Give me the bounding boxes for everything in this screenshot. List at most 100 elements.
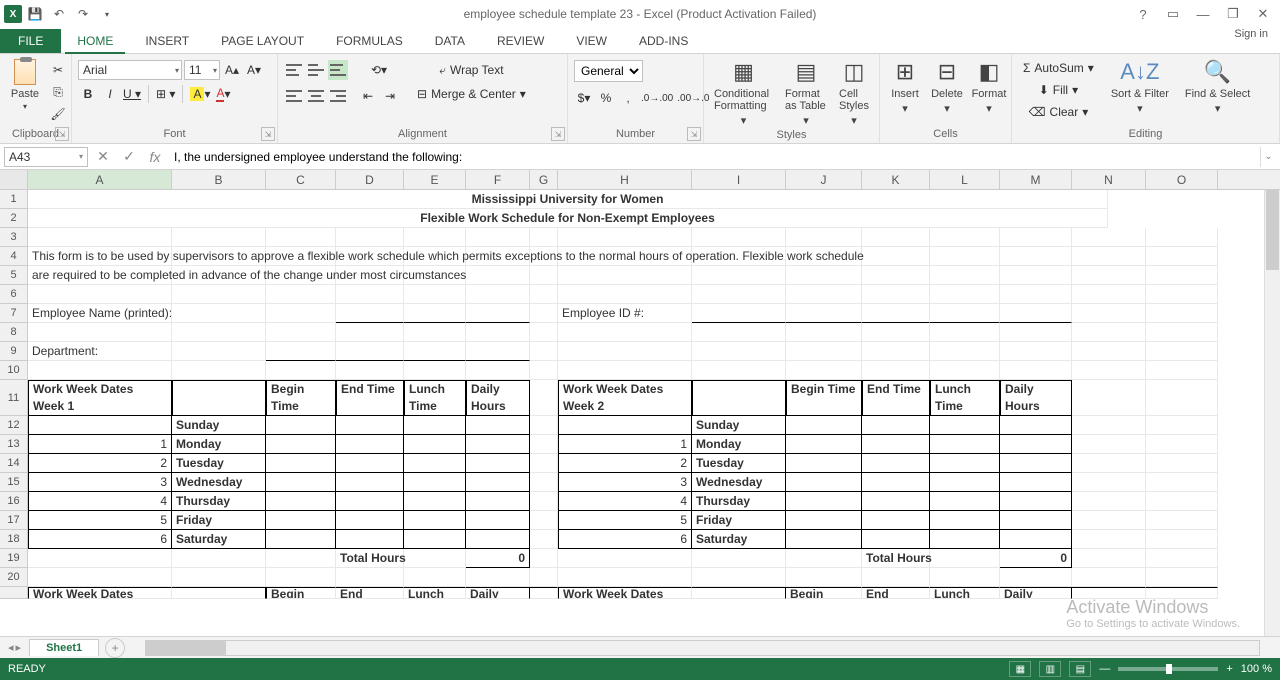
cell[interactable]: End Time <box>336 380 404 416</box>
cell[interactable] <box>930 342 1000 361</box>
cell[interactable]: Work Week Dates Week 2 <box>558 380 692 416</box>
insert-function-icon[interactable]: fx <box>144 147 166 167</box>
cell[interactable]: 5 <box>28 511 172 530</box>
column-header-F[interactable]: F <box>466 170 530 189</box>
tab-insert[interactable]: INSERT <box>129 29 205 53</box>
normal-view-icon[interactable]: ▦ <box>1009 661 1031 677</box>
cell[interactable] <box>786 473 862 492</box>
cell[interactable]: are required to be completed in advance … <box>28 266 172 285</box>
cell[interactable] <box>1000 416 1072 435</box>
conditional-formatting-button[interactable]: ▦Conditional Formatting▾ <box>710 56 777 129</box>
restore-icon[interactable]: ❐ <box>1220 4 1246 24</box>
cell[interactable] <box>466 416 530 435</box>
cell[interactable] <box>530 342 558 361</box>
row-header[interactable]: 5 <box>0 266 28 285</box>
cell[interactable] <box>692 228 786 247</box>
cell[interactable] <box>466 285 530 304</box>
cell[interactable] <box>1072 435 1146 454</box>
zoom-slider[interactable] <box>1118 667 1218 671</box>
cell[interactable] <box>1146 549 1218 568</box>
cell[interactable] <box>28 416 172 435</box>
row-header[interactable]: 10 <box>0 361 28 380</box>
cell[interactable] <box>404 304 466 323</box>
cell[interactable]: Total Hours <box>336 549 404 568</box>
cell[interactable]: Wednesday <box>692 473 786 492</box>
cell[interactable] <box>786 342 862 361</box>
cell[interactable]: 3 <box>28 473 172 492</box>
cell[interactable] <box>786 511 862 530</box>
font-color-icon[interactable]: A▾ <box>214 84 234 104</box>
tab-addins[interactable]: ADD-INS <box>623 29 704 53</box>
cell[interactable] <box>404 416 466 435</box>
cell[interactable] <box>862 323 930 342</box>
row-header[interactable]: 11 <box>0 380 28 416</box>
column-header-G[interactable]: G <box>530 170 558 189</box>
cell[interactable] <box>862 416 930 435</box>
cell[interactable] <box>336 416 404 435</box>
cell[interactable] <box>266 568 336 587</box>
cell[interactable]: Thursday <box>172 492 266 511</box>
cell[interactable] <box>1000 511 1072 530</box>
cell[interactable]: End <box>862 587 930 599</box>
clipboard-launcher-icon[interactable]: ⇲ <box>55 127 69 141</box>
bold-button[interactable]: B <box>78 84 98 104</box>
italic-button[interactable]: I <box>100 84 120 104</box>
align-middle-icon[interactable] <box>306 60 326 80</box>
cell[interactable] <box>786 530 862 549</box>
cell[interactable]: Employee ID #: <box>558 304 692 323</box>
cell[interactable] <box>1072 361 1146 380</box>
cell[interactable]: 1 <box>28 435 172 454</box>
cell[interactable] <box>466 361 530 380</box>
cell[interactable] <box>930 266 1000 285</box>
cell[interactable] <box>28 568 172 587</box>
cell[interactable] <box>1146 416 1218 435</box>
cell[interactable] <box>1000 492 1072 511</box>
cell[interactable] <box>1000 435 1072 454</box>
cell[interactable] <box>530 492 558 511</box>
tab-view[interactable]: VIEW <box>560 29 623 53</box>
cell[interactable] <box>930 568 1000 587</box>
cell[interactable] <box>530 228 558 247</box>
cell[interactable] <box>336 342 404 361</box>
cell[interactable]: Wednesday <box>172 473 266 492</box>
borders-icon[interactable]: ⊞ ▾ <box>155 84 176 104</box>
cell[interactable] <box>692 380 786 416</box>
cell[interactable]: Saturday <box>692 530 786 549</box>
cell[interactable] <box>336 361 404 380</box>
cell[interactable] <box>266 285 336 304</box>
cell[interactable] <box>786 492 862 511</box>
cell[interactable]: Monday <box>172 435 266 454</box>
ribbon-options-icon[interactable]: ▭ <box>1160 4 1186 24</box>
paste-button[interactable]: Paste ▾ <box>6 56 44 113</box>
cell[interactable] <box>786 416 862 435</box>
cell[interactable]: Daily <box>1000 587 1072 599</box>
cell[interactable] <box>862 568 930 587</box>
cell[interactable] <box>530 473 558 492</box>
cell[interactable] <box>466 492 530 511</box>
cell[interactable] <box>404 549 466 568</box>
cell[interactable] <box>266 530 336 549</box>
row-header[interactable]: 2 <box>0 209 28 228</box>
cell[interactable] <box>1072 285 1146 304</box>
column-header-C[interactable]: C <box>266 170 336 189</box>
cell[interactable]: Begin <box>266 587 336 599</box>
cell[interactable] <box>930 304 1000 323</box>
shrink-font-icon[interactable]: A▾ <box>244 60 264 80</box>
cell[interactable] <box>530 549 558 568</box>
increase-decimal-icon[interactable]: .0→.00 <box>640 88 674 108</box>
cell[interactable] <box>336 492 404 511</box>
redo-icon[interactable]: ↷ <box>72 3 94 25</box>
cell[interactable] <box>692 568 786 587</box>
cell[interactable] <box>1000 361 1072 380</box>
cell[interactable]: Begin Time <box>266 380 336 416</box>
cell-styles-button[interactable]: ◫Cell Styles▾ <box>835 56 873 129</box>
cell[interactable] <box>862 285 930 304</box>
cell[interactable] <box>172 568 266 587</box>
cell[interactable] <box>1072 454 1146 473</box>
column-header-H[interactable]: H <box>558 170 692 189</box>
column-header-K[interactable]: K <box>862 170 930 189</box>
cell[interactable]: Lunch <box>930 587 1000 599</box>
cell[interactable] <box>1072 228 1146 247</box>
cell[interactable]: 5 <box>558 511 692 530</box>
cell[interactable] <box>28 361 172 380</box>
